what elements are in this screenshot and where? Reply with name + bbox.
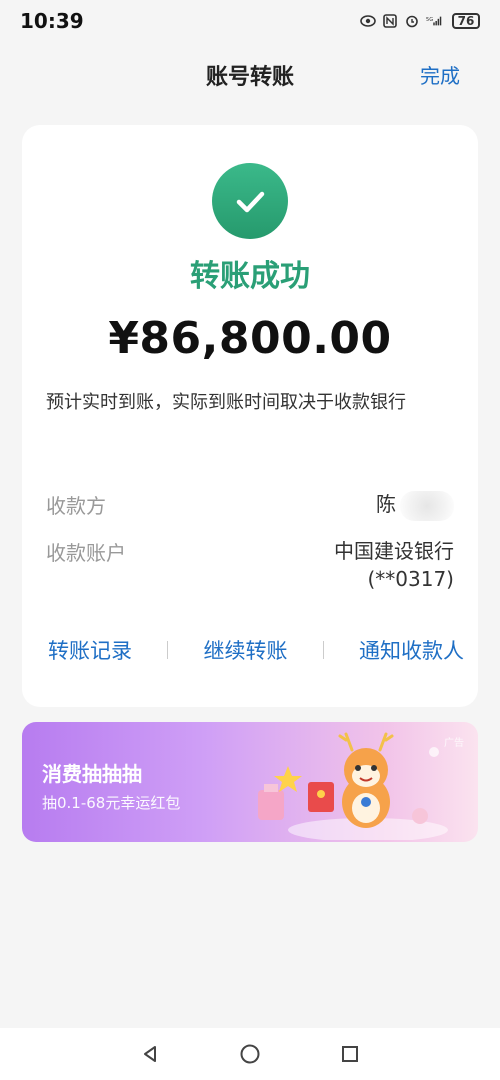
payee-name: 陈 [376,492,396,516]
eye-icon [360,13,376,29]
banner-title: 消费抽抽抽 [42,762,142,786]
redacted-patch [400,490,454,521]
status-icons: 5G 76 [360,13,480,29]
action-divider [322,641,324,659]
payee-row: 收款方 陈 [46,490,454,521]
success-check-icon [212,163,288,239]
battery-indicator: 76 [452,13,480,29]
success-text: 转账成功 [190,259,310,294]
account-value: 中国建设银行(**0317) [334,539,454,591]
continue-transfer-link[interactable]: 继续转账 [204,635,288,665]
mascot-illustration [258,732,448,840]
transfer-amount: ¥86,800.00 [108,313,392,364]
home-icon[interactable] [236,1040,264,1068]
recents-icon[interactable] [336,1040,364,1068]
system-nav-bar [0,1028,500,1080]
promo-banner[interactable]: 消费抽抽抽 抽0.1-68元幸运红包 广告 [22,722,478,842]
action-bar: 转账记录 继续转账 通知收款人 [22,635,478,665]
status-time: 10:39 [20,9,84,33]
notify-payee-link[interactable]: 通知收款人 [359,635,464,665]
payee-label: 收款方 [46,494,106,518]
network-label: 5G [426,17,433,23]
back-icon[interactable] [136,1040,164,1068]
done-button[interactable]: 完成 [420,60,460,89]
page-title: 账号转账 [205,65,294,90]
nav-bar: 账号转账 完成 [0,50,500,100]
status-bar: 10:39 5G 76 [0,0,500,42]
arrival-note: 预计实时到账，实际到账时间取决于收款银行 [46,392,406,413]
banner-subtitle: 抽0.1-68元幸运红包 [42,794,181,812]
payee-value: 陈 [376,490,454,521]
nfc-icon [382,13,398,29]
transfer-history-link[interactable]: 转账记录 [48,635,132,665]
result-card: 转账成功 ¥86,800.00 预计实时到账，实际到账时间取决于收款银行 收款方… [22,125,478,707]
action-divider [167,641,169,659]
signal-icon: 5G [426,13,442,29]
alarm-icon [404,13,420,29]
account-label: 收款账户 [46,541,126,565]
account-row: 收款账户 中国建设银行(**0317) [46,537,454,593]
